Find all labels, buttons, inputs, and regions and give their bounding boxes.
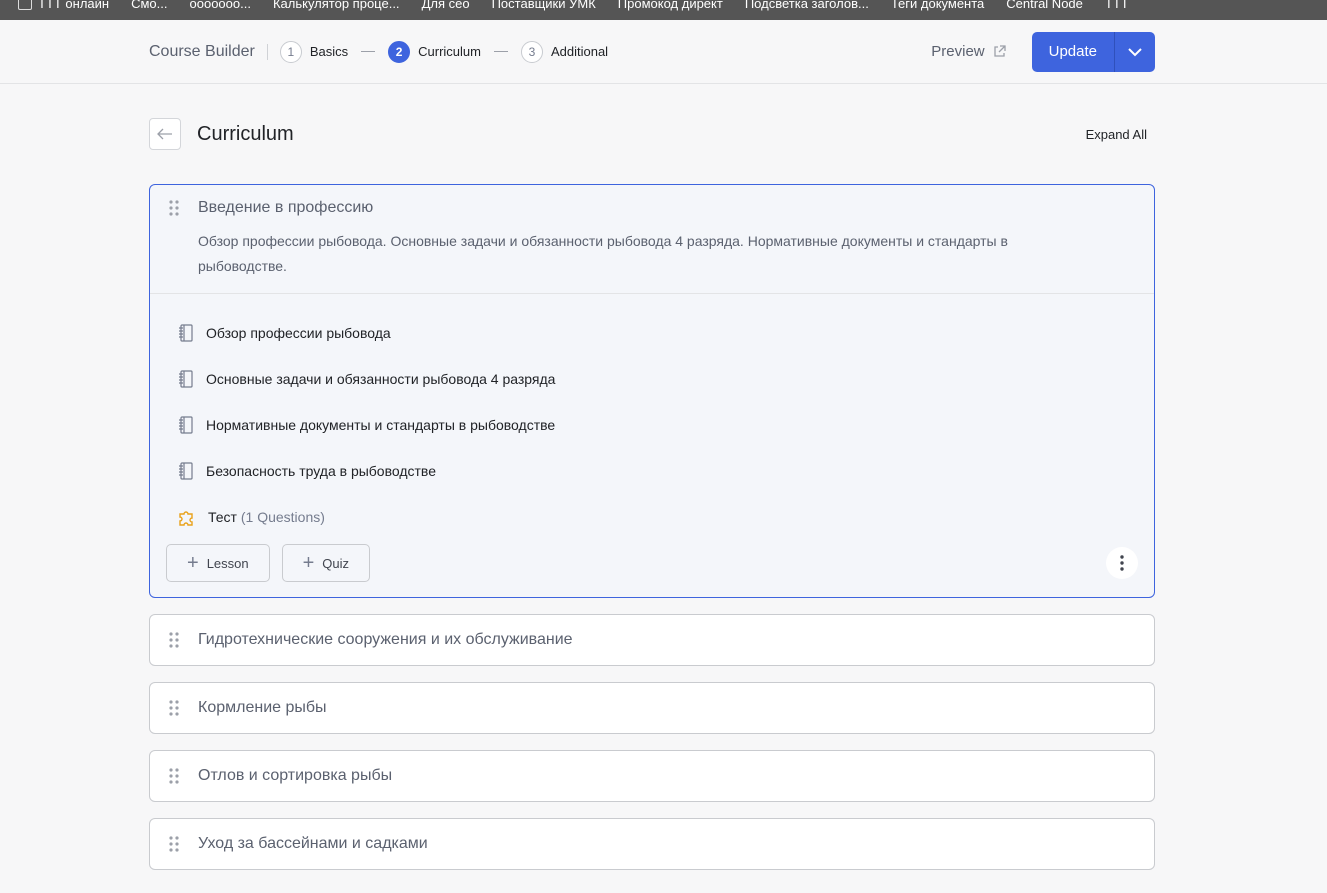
lesson-title: Нормативные документы и стандарты в рыбо… (206, 417, 556, 433)
bookmark[interactable]: Central Node (1006, 0, 1083, 13)
step-additional[interactable]: 3 Additional (520, 40, 609, 63)
lesson-item[interactable]: Безопасность труда в рыбоводстве (178, 448, 1138, 494)
topic-item[interactable]: Отлов и сортировка рыбы (149, 750, 1155, 802)
bookmark[interactable]: Калькулятор проце... (273, 0, 400, 13)
divider (493, 51, 508, 52)
quiz-title: Тест (208, 509, 237, 525)
bookmark[interactable]: Поставщики УМК (492, 0, 596, 13)
step-number: 1 (279, 40, 302, 63)
bookmark[interactable]: ооооооо... (190, 0, 251, 13)
divider (266, 43, 268, 60)
step-label: Additional (550, 44, 609, 59)
page-title: Curriculum (197, 122, 294, 145)
more-options-button[interactable] (1106, 547, 1138, 579)
lesson-item[interactable]: Основные задачи и обязанности рыбовода 4… (178, 356, 1138, 402)
topic-title: Кормление рыбы (198, 699, 327, 716)
bookmark[interactable]: Смо... (131, 0, 167, 13)
plus-icon: + (302, 551, 315, 574)
top-bar: Course Builder 1 Basics 2 Curriculum 3 Addi… (0, 20, 1327, 84)
plus-icon: + (187, 551, 199, 574)
update-dropdown-button[interactable] (1115, 32, 1155, 72)
drag-handle-icon[interactable] (150, 768, 198, 784)
drag-handle-icon[interactable] (150, 632, 198, 648)
topic-description: Обзор профессии рыбовода. Основные задач… (198, 233, 1008, 274)
lesson-item[interactable]: Обзор профессии рыбовода (178, 310, 1138, 356)
bookmark[interactable]: Промокод директ (618, 0, 723, 13)
brand: Course Builder (149, 42, 255, 60)
add-lesson-button[interactable]: + Lesson (166, 544, 270, 582)
divider (361, 51, 376, 52)
topic-item[interactable]: Кормление рыбы (149, 682, 1155, 734)
step-curriculum[interactable]: 2 Curriculum (388, 40, 481, 63)
kebab-menu-icon (1120, 555, 1124, 571)
bookmark[interactable]: Для сео (422, 0, 470, 13)
update-button-group: Update (1031, 31, 1155, 72)
chevron-down-icon (1128, 47, 1142, 56)
lesson-icon (179, 324, 193, 342)
lesson-title: Безопасность труда в рыбоводстве (206, 463, 437, 479)
button-label: Lesson (206, 555, 249, 571)
step-basics[interactable]: 1 Basics (279, 40, 349, 63)
arrow-left-icon (157, 128, 172, 140)
step-label: Curriculum (418, 44, 481, 59)
preview-button[interactable]: Preview (931, 43, 1006, 60)
bookmarks-bar: ТТТ онлайн Смо... ооооооо... Калькулятор… (0, 0, 1327, 20)
topic-title: Гидротехнические сооружения и их обслужи… (198, 631, 573, 648)
quiz-count: (1 Questions) (240, 509, 325, 525)
step-number: 3 (520, 40, 543, 63)
topic-item[interactable]: Уход за бассейнами и садками (149, 818, 1155, 870)
lesson-icon (179, 370, 193, 388)
bookmark[interactable]: Теги документа (891, 0, 984, 13)
add-quiz-button[interactable]: + Quiz (281, 544, 371, 582)
lesson-item[interactable]: Нормативные документы и стандарты в рыбо… (178, 402, 1138, 448)
lesson-icon (179, 416, 193, 434)
lesson-title: Обзор профессии рыбовода (206, 325, 391, 341)
external-link-icon (993, 45, 1006, 57)
bookmark[interactable]: Подсветка заголов... (745, 0, 869, 13)
puzzle-icon (179, 511, 193, 526)
lesson-icon (179, 462, 193, 480)
drag-handle-icon[interactable] (150, 700, 198, 716)
step-label: Basics (309, 44, 349, 59)
topic-expanded: Введение в профессию Обзор профессии рыб… (149, 184, 1155, 598)
back-button[interactable] (149, 118, 181, 150)
quiz-item[interactable]: Тест (1 Questions) (178, 494, 1138, 540)
preview-label: Preview (931, 43, 985, 60)
lesson-title: Основные задачи и обязанности рыбовода 4… (206, 371, 556, 387)
update-button[interactable]: Update (1032, 31, 1115, 72)
expand-all-button[interactable]: Expand All (1086, 127, 1147, 142)
topic-item[interactable]: Гидротехнические сооружения и их обслужи… (149, 614, 1155, 666)
topic-title: Уход за бассейнами и садками (198, 835, 428, 852)
drag-handle-icon[interactable] (150, 836, 198, 852)
topic-title[interactable]: Введение в профессию (198, 199, 373, 217)
bookmark[interactable]: ТТТ онлайн (18, 0, 109, 13)
step-number: 2 (388, 40, 411, 63)
topic-title: Отлов и сортировка рыбы (198, 767, 393, 784)
bookmark[interactable]: ТТТ (1105, 0, 1129, 13)
drag-handle-icon[interactable] (150, 200, 198, 216)
button-label: Quiz (322, 555, 350, 571)
